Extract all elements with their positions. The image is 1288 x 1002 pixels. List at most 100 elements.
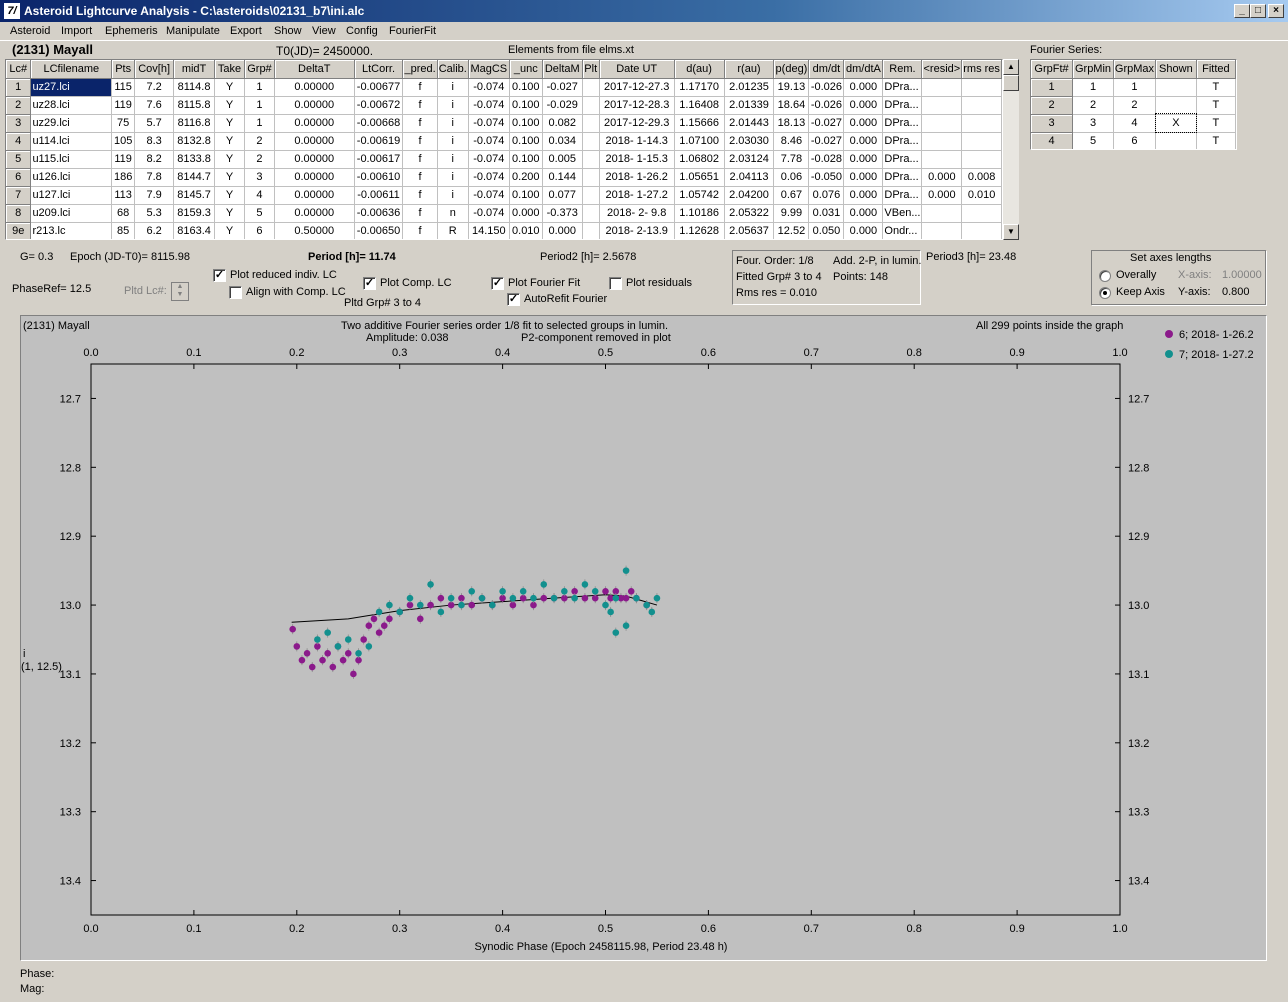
- overally-radio[interactable]: [1099, 270, 1111, 282]
- table-cell[interactable]: -0.00668: [354, 114, 404, 133]
- table-cell[interactable]: 9.99: [773, 204, 810, 223]
- table-cell[interactable]: f: [402, 150, 438, 169]
- table-cell[interactable]: 0.000: [843, 96, 884, 115]
- table-cell[interactable]: 0.034: [542, 132, 583, 151]
- table-cell[interactable]: 7.2: [134, 78, 175, 97]
- table-cell[interactable]: -0.074: [468, 114, 510, 133]
- table-cell[interactable]: 8163.4: [173, 222, 216, 239]
- lc-col-header[interactable]: Grp#: [244, 60, 275, 79]
- fourier-cell[interactable]: 2: [1113, 96, 1157, 115]
- table-cell[interactable]: -0.00672: [354, 96, 404, 115]
- fourier-row[interactable]: 222T: [1031, 96, 1236, 115]
- lc-col-header[interactable]: r(au): [724, 60, 775, 79]
- table-cell[interactable]: DPra...: [882, 78, 923, 97]
- table-cell[interactable]: 7.6: [134, 96, 175, 115]
- table-cell[interactable]: 0.000: [843, 222, 884, 239]
- table-cell[interactable]: i: [437, 78, 469, 97]
- table-cell[interactable]: f: [402, 204, 438, 223]
- table-row[interactable]: 4 u114.lci 105 8.3 8132.8 Y 2 0.00000 -0.00619 f i…: [6, 132, 1002, 151]
- table-cell[interactable]: 2017-12-27.3: [599, 78, 675, 97]
- table-cell[interactable]: -0.026: [808, 78, 845, 97]
- table-cell[interactable]: f: [402, 222, 438, 239]
- table-cell[interactable]: 0.06: [773, 168, 810, 187]
- table-cell[interactable]: 0.000: [843, 168, 884, 187]
- table-cell[interactable]: -0.00619: [354, 132, 404, 151]
- table-cell[interactable]: 186: [111, 168, 136, 187]
- lc-col-header[interactable]: _unc: [509, 60, 543, 79]
- lc-col-header[interactable]: Take: [214, 60, 245, 79]
- table-cell[interactable]: [582, 186, 600, 205]
- maximize-button[interactable]: □: [1250, 4, 1266, 18]
- table-cell[interactable]: r213.lc: [30, 222, 113, 239]
- fourier-cell[interactable]: T: [1196, 96, 1236, 115]
- table-cell[interactable]: 1.05651: [674, 168, 725, 187]
- table-cell[interactable]: 8159.3: [173, 204, 216, 223]
- menu-manipulate[interactable]: Manipulate: [166, 25, 220, 37]
- table-cell[interactable]: 0.144: [542, 168, 583, 187]
- table-cell[interactable]: f: [402, 114, 438, 133]
- fourier-row[interactable]: 456 T: [1031, 132, 1236, 149]
- table-cell[interactable]: Y: [214, 186, 245, 205]
- lc-col-header[interactable]: _pred.: [402, 60, 438, 79]
- table-cell[interactable]: 0.005: [542, 150, 583, 169]
- table-cell[interactable]: 8115.8: [173, 96, 216, 115]
- table-cell[interactable]: Y: [214, 78, 245, 97]
- table-scrollbar[interactable]: ▲ ▼: [1003, 59, 1019, 240]
- table-cell[interactable]: 0.100: [509, 78, 543, 97]
- table-cell[interactable]: 0.008: [961, 168, 1002, 187]
- table-cell[interactable]: [582, 132, 600, 151]
- table-cell[interactable]: DPra...: [882, 150, 923, 169]
- table-cell[interactable]: 1.16408: [674, 96, 725, 115]
- table-cell[interactable]: [961, 222, 1002, 239]
- table-cell[interactable]: 0.050: [808, 222, 845, 239]
- table-cell[interactable]: 0.000: [542, 222, 583, 239]
- table-cell[interactable]: 0.000: [843, 132, 884, 151]
- table-cell[interactable]: 0.00000: [274, 150, 355, 169]
- fourier-cell[interactable]: X: [1154, 113, 1198, 133]
- table-cell[interactable]: -0.027: [542, 78, 583, 97]
- fourier-cell[interactable]: [1155, 78, 1197, 97]
- table-cell[interactable]: 14.150: [468, 222, 510, 239]
- table-cell[interactable]: 0.00000: [274, 132, 355, 151]
- table-cell[interactable]: R: [437, 222, 469, 239]
- table-cell[interactable]: 119: [111, 96, 136, 115]
- table-cell[interactable]: 0.200: [509, 168, 543, 187]
- lc-col-header[interactable]: midT: [173, 60, 216, 79]
- table-cell[interactable]: 2.03124: [724, 150, 775, 169]
- table-cell[interactable]: 8.46: [773, 132, 810, 151]
- lightcurve-table[interactable]: Lc# LCfilename Pts Cov[h] midT Take Grp# DeltaT…: [5, 59, 1003, 240]
- table-cell[interactable]: 6: [244, 222, 275, 239]
- lc-col-header[interactable]: LCfilename: [30, 60, 113, 79]
- table-cell[interactable]: 8.2: [134, 150, 175, 169]
- table-cell[interactable]: -0.00636: [354, 204, 404, 223]
- table-cell[interactable]: [921, 96, 963, 115]
- table-cell[interactable]: 3: [244, 168, 275, 187]
- table-cell[interactable]: 1: [244, 114, 275, 133]
- fourier-row[interactable]: 111T: [1031, 78, 1236, 97]
- table-cell[interactable]: VBen...: [882, 204, 923, 223]
- table-cell[interactable]: Ondr...: [882, 222, 923, 239]
- table-cell[interactable]: [921, 114, 963, 133]
- fourier-cell[interactable]: [1155, 132, 1197, 149]
- table-cell[interactable]: u126.lci: [30, 168, 113, 187]
- table-cell[interactable]: 2: [244, 132, 275, 151]
- table-cell[interactable]: 6: [6, 168, 32, 187]
- menu-asteroid[interactable]: Asteroid: [10, 25, 50, 37]
- table-cell[interactable]: Y: [214, 132, 245, 151]
- table-cell[interactable]: -0.373: [542, 204, 583, 223]
- table-cell[interactable]: [921, 150, 963, 169]
- table-cell[interactable]: uz28.lci: [30, 96, 113, 115]
- table-cell[interactable]: 2.04200: [724, 186, 775, 205]
- table-cell[interactable]: 1: [244, 78, 275, 97]
- scroll-down-icon[interactable]: ▼: [1003, 224, 1019, 240]
- table-cell[interactable]: 2.04113: [724, 168, 775, 187]
- table-cell[interactable]: 0.00000: [274, 168, 355, 187]
- plot-comp-checkbox[interactable]: ✓: [363, 277, 376, 290]
- fourier-cell[interactable]: 1: [1072, 78, 1114, 97]
- table-cell[interactable]: DPra...: [882, 186, 923, 205]
- table-cell[interactable]: 0.000: [921, 186, 963, 205]
- table-cell[interactable]: -0.074: [468, 150, 510, 169]
- table-cell[interactable]: -0.027: [808, 132, 845, 151]
- table-row[interactable]: 5 u115.lci 119 8.2 8133.8 Y 2 0.00000 -0.00617 f i…: [6, 150, 1002, 169]
- table-cell[interactable]: u115.lci: [30, 150, 113, 169]
